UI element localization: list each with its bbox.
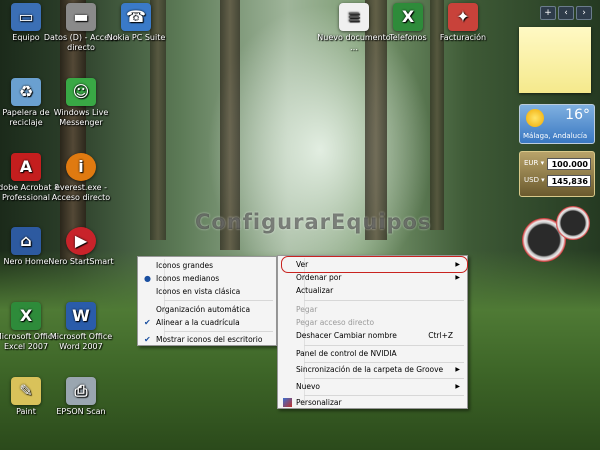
next-gadget-button[interactable]: ›	[576, 6, 592, 20]
menu-item-pegar-acceso-directo[interactable]: Pegar acceso directo	[280, 316, 465, 329]
menu-item-iconos-medianos[interactable]: ● Iconos medianos	[140, 272, 274, 285]
menu-item-groove[interactable]: Sincronización de la carpeta de Groove ▶	[280, 363, 465, 376]
scanner-icon: ⎙	[66, 377, 96, 405]
checkmark-icon: ✔	[144, 335, 151, 344]
weather-gadget[interactable]: 16° Málaga, Andalucía	[519, 104, 595, 144]
personalize-icon	[283, 398, 292, 407]
menu-item-label: Organización automática	[156, 305, 251, 314]
menu-item-label: Iconos en vista clásica	[156, 287, 241, 296]
menu-item-iconos-grandes[interactable]: Iconos grandes	[140, 259, 274, 272]
document-icon: ≡	[339, 3, 369, 31]
view-submenu: Iconos grandes ● Iconos medianos Iconos …	[137, 256, 277, 346]
nero-icon: ▶	[66, 227, 96, 255]
computer-icon: ▭	[11, 3, 41, 31]
currency-value[interactable]: 100.000	[547, 158, 591, 170]
desktop-icon-word[interactable]: W Microsoft Office Word 2007	[43, 302, 119, 352]
menu-item-label: Alinear a la cuadrícula	[156, 318, 240, 327]
currency-code[interactable]: USD ▾	[524, 176, 545, 184]
menu-item-label: Ordenar por	[296, 273, 342, 282]
excel-icon: X	[393, 3, 423, 31]
menu-item-nvidia[interactable]: Panel de control de NVIDIA	[280, 347, 465, 360]
menu-item-mostrar-iconos[interactable]: ✔ Mostrar iconos del escritorio	[140, 333, 274, 346]
pdf-icon: A	[11, 153, 41, 181]
desktop-context-menu: Ver ▶ Ordenar por ▶ Actualizar Pegar Peg…	[277, 255, 468, 409]
excel-icon: X	[11, 302, 41, 330]
currency-row: USD ▾ 145,836	[524, 175, 591, 188]
sun-icon	[526, 109, 544, 127]
menu-item-pegar[interactable]: Pegar	[280, 303, 465, 316]
drive-icon: ▬	[66, 3, 96, 31]
menu-separator	[164, 300, 273, 301]
menu-item-alinear-cuadricula[interactable]: ✔ Alinear a la cuadrícula	[140, 316, 274, 329]
menu-item-label: Sincronización de la carpeta de Groove	[296, 365, 444, 374]
desktop-icon-messenger[interactable]: ☺ Windows Live Messenger	[43, 78, 119, 128]
currency-value[interactable]: 145,836	[547, 175, 591, 187]
desktop-icon-nokia[interactable]: ☎ Nokia PC Suite	[98, 3, 174, 43]
menu-item-actualizar[interactable]: Actualizar	[280, 284, 465, 297]
menu-item-label: Pegar acceso directo	[296, 318, 375, 327]
menu-item-label: Iconos grandes	[156, 261, 214, 270]
menu-item-label: Mostrar iconos del escritorio	[156, 335, 263, 344]
menu-item-label: Nuevo	[296, 382, 321, 391]
messenger-icon: ☺	[66, 78, 96, 106]
menu-item-personalizar[interactable]: Personalizar	[280, 396, 465, 409]
menu-item-label: Actualizar	[296, 286, 334, 295]
phone-icon: ☎	[121, 3, 151, 31]
app-icon: ✦	[448, 3, 478, 31]
menu-separator	[164, 331, 273, 332]
submenu-arrow-icon: ▶	[455, 383, 460, 390]
desktop-icon-epson[interactable]: ⎙ EPSON Scan	[43, 377, 119, 417]
menu-item-label: Pegar	[296, 305, 318, 314]
highlight-ring	[281, 256, 468, 273]
menu-separator	[304, 300, 464, 301]
weather-temperature: 16°	[565, 107, 590, 123]
submenu-arrow-icon: ▶	[455, 366, 460, 373]
add-gadget-button[interactable]: +	[540, 6, 556, 20]
weather-city: Málaga, Andalucía	[523, 132, 588, 140]
sticky-note-gadget[interactable]	[519, 27, 591, 93]
previous-gadget-button[interactable]: ‹	[558, 6, 574, 20]
nero-home-icon: ⌂	[11, 227, 41, 255]
menu-shortcut: Ctrl+Z	[428, 331, 453, 340]
menu-item-iconos-vista-clasica[interactable]: Iconos en vista clásica	[140, 285, 274, 298]
menu-item-label: Personalizar	[296, 398, 342, 407]
menu-item-nuevo[interactable]: Nuevo ▶	[280, 380, 465, 393]
desktop-icon-facturacion[interactable]: ✦ Facturación	[425, 3, 501, 43]
memory-gauge-gadget[interactable]	[556, 206, 590, 240]
currency-gadget[interactable]: EUR ▾ 100.000 USD ▾ 145,836	[519, 151, 595, 197]
menu-item-label: Iconos medianos	[156, 274, 220, 283]
word-icon: W	[66, 302, 96, 330]
sidebar-controls: + ‹ ›	[540, 6, 592, 20]
menu-item-organizacion-automatica[interactable]: Organización automática	[140, 303, 274, 316]
currency-row: EUR ▾ 100.000	[524, 158, 591, 171]
radio-selected-icon: ●	[144, 274, 151, 283]
menu-item-label: Deshacer Cambiar nombre	[296, 331, 397, 340]
desktop-icon-everest[interactable]: i everest.exe - Acceso directo	[43, 153, 119, 203]
menu-item-deshacer[interactable]: Deshacer Cambiar nombre Ctrl+Z	[280, 329, 465, 342]
desktop-icon-nero-startsmart[interactable]: ▶ Nero StartSmart	[43, 227, 119, 267]
info-icon: i	[66, 153, 96, 181]
checkmark-icon: ✔	[144, 318, 151, 327]
menu-separator	[304, 345, 464, 346]
paint-icon: ✎	[11, 377, 41, 405]
menu-item-label: Panel de control de NVIDIA	[296, 349, 397, 358]
watermark: ConfigurarEquipos	[195, 210, 432, 234]
recycle-bin-icon: ♻	[11, 78, 41, 106]
menu-separator	[304, 378, 464, 379]
currency-code[interactable]: EUR ▾	[524, 159, 544, 167]
